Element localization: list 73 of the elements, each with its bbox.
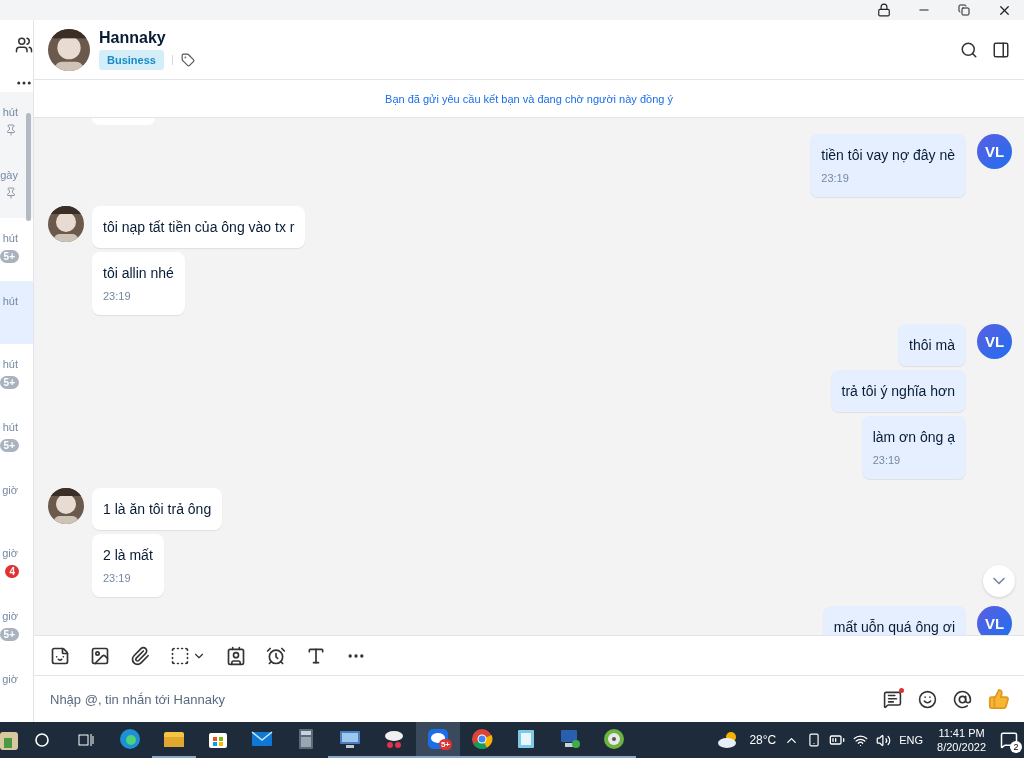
side-panel-icon[interactable] — [992, 40, 1010, 59]
conversation-time: hút — [2, 295, 19, 307]
message-time: 23:19 — [103, 572, 132, 585]
scrollbar-thumb[interactable] — [26, 113, 31, 221]
message-text: trả tôi ý nghĩa hơn — [841, 382, 955, 400]
chat-app-icon[interactable] — [427, 728, 449, 750]
unread-badge: 5+ — [0, 628, 19, 641]
message-text: 1 là ăn tôi trả ông — [103, 500, 212, 518]
user-avatar[interactable]: VL — [977, 606, 1012, 635]
conversation-time: giờ — [2, 547, 19, 559]
message-text: tôi allin nhé — [103, 264, 174, 282]
monitor-icon[interactable] — [339, 728, 361, 750]
wifi-icon[interactable] — [853, 732, 869, 748]
mention-icon[interactable] — [953, 689, 972, 709]
conversation-time: hút — [2, 232, 19, 244]
phone-icon[interactable] — [807, 733, 822, 747]
conversation-time: giờ — [2, 484, 19, 496]
app-badge: 5+ — [438, 739, 452, 750]
temperature[interactable]: 28°C — [749, 733, 777, 747]
conversation-time: hút — [2, 358, 19, 370]
contact-card-icon[interactable] — [226, 645, 246, 666]
friend-request-notice: Bạn đã gửi yêu cầu kết bạn và đang chờ người này đồng ý — [385, 92, 673, 105]
message-time: 23:19 — [821, 172, 850, 185]
pin-icon — [5, 124, 17, 136]
message-text: mất uỗn quá ông ơi — [833, 618, 955, 635]
unread-badge: 5+ — [0, 439, 19, 452]
unread-badge: 5+ — [0, 250, 19, 263]
message-text: thôi mà — [909, 336, 955, 354]
pin-icon — [5, 187, 17, 199]
business-tag: Business — [99, 50, 164, 70]
task-view-icon[interactable] — [78, 732, 94, 748]
user-avatar[interactable]: VL — [977, 134, 1012, 169]
sticker-icon[interactable] — [50, 645, 70, 666]
unread-badge: 5+ — [0, 376, 19, 389]
conversation-item[interactable]: hút — [0, 281, 33, 344]
conversation-time: giờ — [2, 610, 19, 622]
message-text: tôi nạp tất tiền của ông vào tx r — [103, 218, 295, 236]
conversation-time: hút — [2, 421, 19, 433]
conversation-time: giờ — [2, 673, 19, 685]
user-avatar[interactable]: VL — [977, 324, 1012, 359]
browser-icon[interactable] — [119, 728, 141, 750]
quick-message-icon[interactable] — [883, 689, 902, 709]
search-icon[interactable] — [34, 732, 50, 748]
battery-icon[interactable] — [829, 732, 846, 748]
thumbs-up-icon[interactable] — [988, 688, 1010, 710]
unread-badge: 4 — [5, 565, 19, 578]
message-text: tiền tôi vay nợ đây nè — [821, 146, 955, 164]
network-icon[interactable] — [559, 728, 581, 750]
reminder-icon[interactable] — [266, 645, 286, 666]
add-group-icon[interactable] — [15, 36, 33, 54]
screenshot-icon[interactable] — [170, 645, 190, 666]
message-text: làm ơn ông ạ — [872, 428, 955, 446]
notepad-icon[interactable] — [515, 728, 537, 750]
volume-icon[interactable] — [876, 732, 892, 748]
contact-avatar[interactable] — [48, 28, 90, 71]
message-time: 23:19 — [103, 290, 132, 303]
search-icon[interactable] — [960, 40, 978, 59]
conversation-time: gày — [0, 169, 19, 181]
image-icon[interactable] — [90, 645, 110, 666]
disc-icon[interactable] — [603, 728, 625, 750]
chrome-icon[interactable] — [471, 728, 493, 750]
conversation-time: hút — [2, 106, 19, 118]
message-text: 2 là mất — [103, 546, 153, 564]
contact-name: Hannaky — [99, 29, 167, 47]
emoji-icon[interactable] — [918, 689, 937, 709]
label-icon[interactable] — [180, 53, 195, 67]
message-input[interactable]: Nhập @, tin nhắn tới Hannaky — [48, 690, 883, 708]
language-indicator[interactable]: ENG — [899, 734, 924, 746]
message-time: 23:19 — [872, 454, 902, 467]
restore-icon[interactable] — [958, 4, 970, 16]
clock[interactable]: 11:41 PM 8/20/2022 — [937, 726, 986, 754]
attachment-icon[interactable] — [130, 645, 150, 666]
lock-icon[interactable] — [877, 3, 891, 17]
